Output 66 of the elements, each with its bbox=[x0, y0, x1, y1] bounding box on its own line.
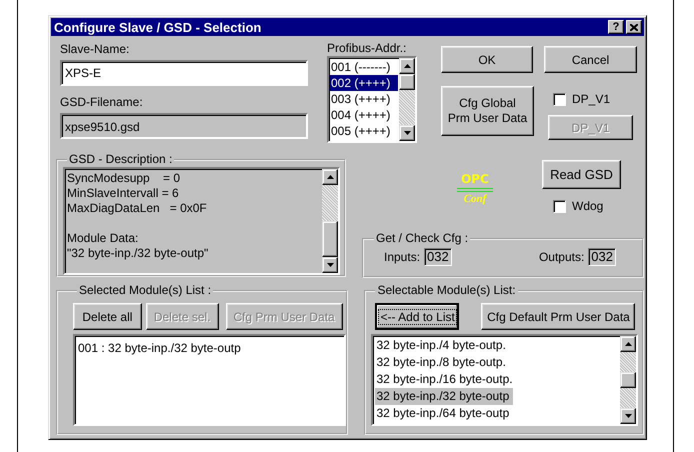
group-title: Get / Check Cfg : bbox=[375, 232, 470, 245]
gsd-filename-field: xpse9510.gsd bbox=[60, 113, 308, 139]
field-label: Profibus-Addr.: bbox=[327, 41, 408, 55]
group-title: GSD - Description : bbox=[68, 153, 174, 166]
down-arrow-icon bbox=[404, 131, 410, 135]
checkbox-square[interactable] bbox=[553, 200, 566, 212]
inputs-field: 032 bbox=[424, 248, 452, 266]
selectable-modules-list[interactable]: 32 byte-inp./4 byte-outp. 32 byte-inp./8 byte-outp. 32 byte-inp./16 byte-outp. 32 byte-inp./32 byte-outp 32 byte-inp./64 byte-outp bbox=[371, 334, 638, 426]
ok-button[interactable]: OK bbox=[441, 46, 533, 73]
list-item[interactable]: 32 byte-inp./64 byte-outp bbox=[375, 405, 618, 422]
help-button[interactable]: ? bbox=[608, 20, 624, 34]
scrollbar-thumb[interactable] bbox=[399, 74, 415, 90]
scroll-down-button[interactable] bbox=[322, 257, 338, 273]
dp-v1-checkbox[interactable]: DP_V1 bbox=[553, 91, 633, 107]
toolbar-button[interactable]: Delete all bbox=[73, 303, 142, 330]
close-button[interactable] bbox=[626, 20, 642, 34]
list-item[interactable]: 005 (++++) bbox=[330, 123, 398, 139]
read-gsd-button[interactable]: Read GSD bbox=[542, 160, 621, 189]
text-line: MinSlaveIntervall = 6 bbox=[67, 186, 180, 201]
scroll-down-button[interactable] bbox=[399, 125, 415, 141]
text-line: Module Data: bbox=[67, 231, 140, 246]
field-label: Inputs: bbox=[384, 250, 420, 264]
wdog-checkbox[interactable]: Wdog bbox=[553, 198, 621, 214]
address-list[interactable]: 001 (-------) 002 (++++) 003 (++++) 004 (++++) 005 (++++) bbox=[327, 56, 417, 143]
checkbox-label: DP_V1 bbox=[572, 92, 610, 106]
scrollbar-thumb[interactable] bbox=[620, 372, 636, 388]
down-arrow-icon bbox=[326, 263, 334, 267]
cancel-button[interactable]: Cancel bbox=[544, 46, 637, 73]
list-item[interactable]: 32 byte-inp./32 byte-outp bbox=[375, 388, 514, 405]
list-item[interactable]: 001 (-------) bbox=[330, 59, 398, 75]
up-arrow-icon bbox=[404, 64, 410, 68]
list-item[interactable]: 001 : 32 byte-inp./32 byte-outp bbox=[77, 340, 342, 356]
scrollbar-thumb[interactable] bbox=[322, 221, 338, 257]
field-label: GSD-Filename: bbox=[60, 95, 144, 109]
scroll-up-button[interactable] bbox=[399, 58, 415, 74]
list-item[interactable]: 32 byte-inp./4 byte-outp. bbox=[375, 337, 618, 354]
outputs-field: 032 bbox=[588, 248, 616, 266]
list-item[interactable]: 32 byte-inp./8 byte-outp. bbox=[375, 354, 618, 371]
scroll-up-button[interactable] bbox=[620, 336, 636, 352]
field-label: Slave-Name: bbox=[60, 42, 130, 56]
field-label: Outputs: bbox=[538, 250, 584, 264]
scroll-up-button[interactable] bbox=[322, 169, 338, 185]
slave-name-field[interactable]: XPS-E bbox=[60, 60, 308, 86]
opc-conf-logo: OPC Conf bbox=[456, 174, 494, 210]
selected-modules-list[interactable]: 001 : 32 byte-inp./32 byte-outp bbox=[73, 334, 346, 426]
cfg-global-button[interactable]: Cfg Global Prm User Data bbox=[441, 86, 534, 136]
text-line: MaxDiagDataLen = 0x0F bbox=[67, 201, 208, 216]
text-line: SyncModesupp = 0 bbox=[67, 171, 182, 186]
down-arrow-icon bbox=[624, 414, 632, 418]
description-text-area[interactable]: SyncModesupp = 0 MinSlaveIntervall = 6 MaxDiagDataLen = 0x0F Module Data: "32 byte-inp./32 byte-outp" bbox=[63, 167, 340, 275]
text-line: "32 byte-inp./32 byte-outp" bbox=[67, 246, 210, 261]
list-item[interactable]: 32 byte-inp./16 byte-outp. bbox=[375, 371, 618, 388]
toolbar-button[interactable]: Cfg Default Prm User Data bbox=[481, 303, 636, 330]
list-item[interactable]: 004 (++++) bbox=[330, 107, 398, 123]
list-item[interactable]: 003 (++++) bbox=[330, 91, 398, 107]
toolbar-button[interactable]: <-- Add to List bbox=[375, 303, 460, 330]
checkbox-label: Wdog bbox=[572, 199, 604, 213]
scroll-down-button[interactable] bbox=[620, 408, 636, 424]
group-title: Selectable Module(s) List: bbox=[376, 284, 517, 297]
up-arrow-icon bbox=[326, 175, 334, 179]
group-title: Selected Module(s) List : bbox=[78, 284, 212, 297]
list-item[interactable]: 002 (++++) bbox=[330, 75, 398, 91]
close-icon bbox=[630, 24, 638, 30]
up-arrow-icon bbox=[624, 342, 632, 346]
window-title: Configure Slave / GSD - Selection bbox=[54, 20, 262, 34]
checkbox-square[interactable] bbox=[553, 92, 566, 106]
